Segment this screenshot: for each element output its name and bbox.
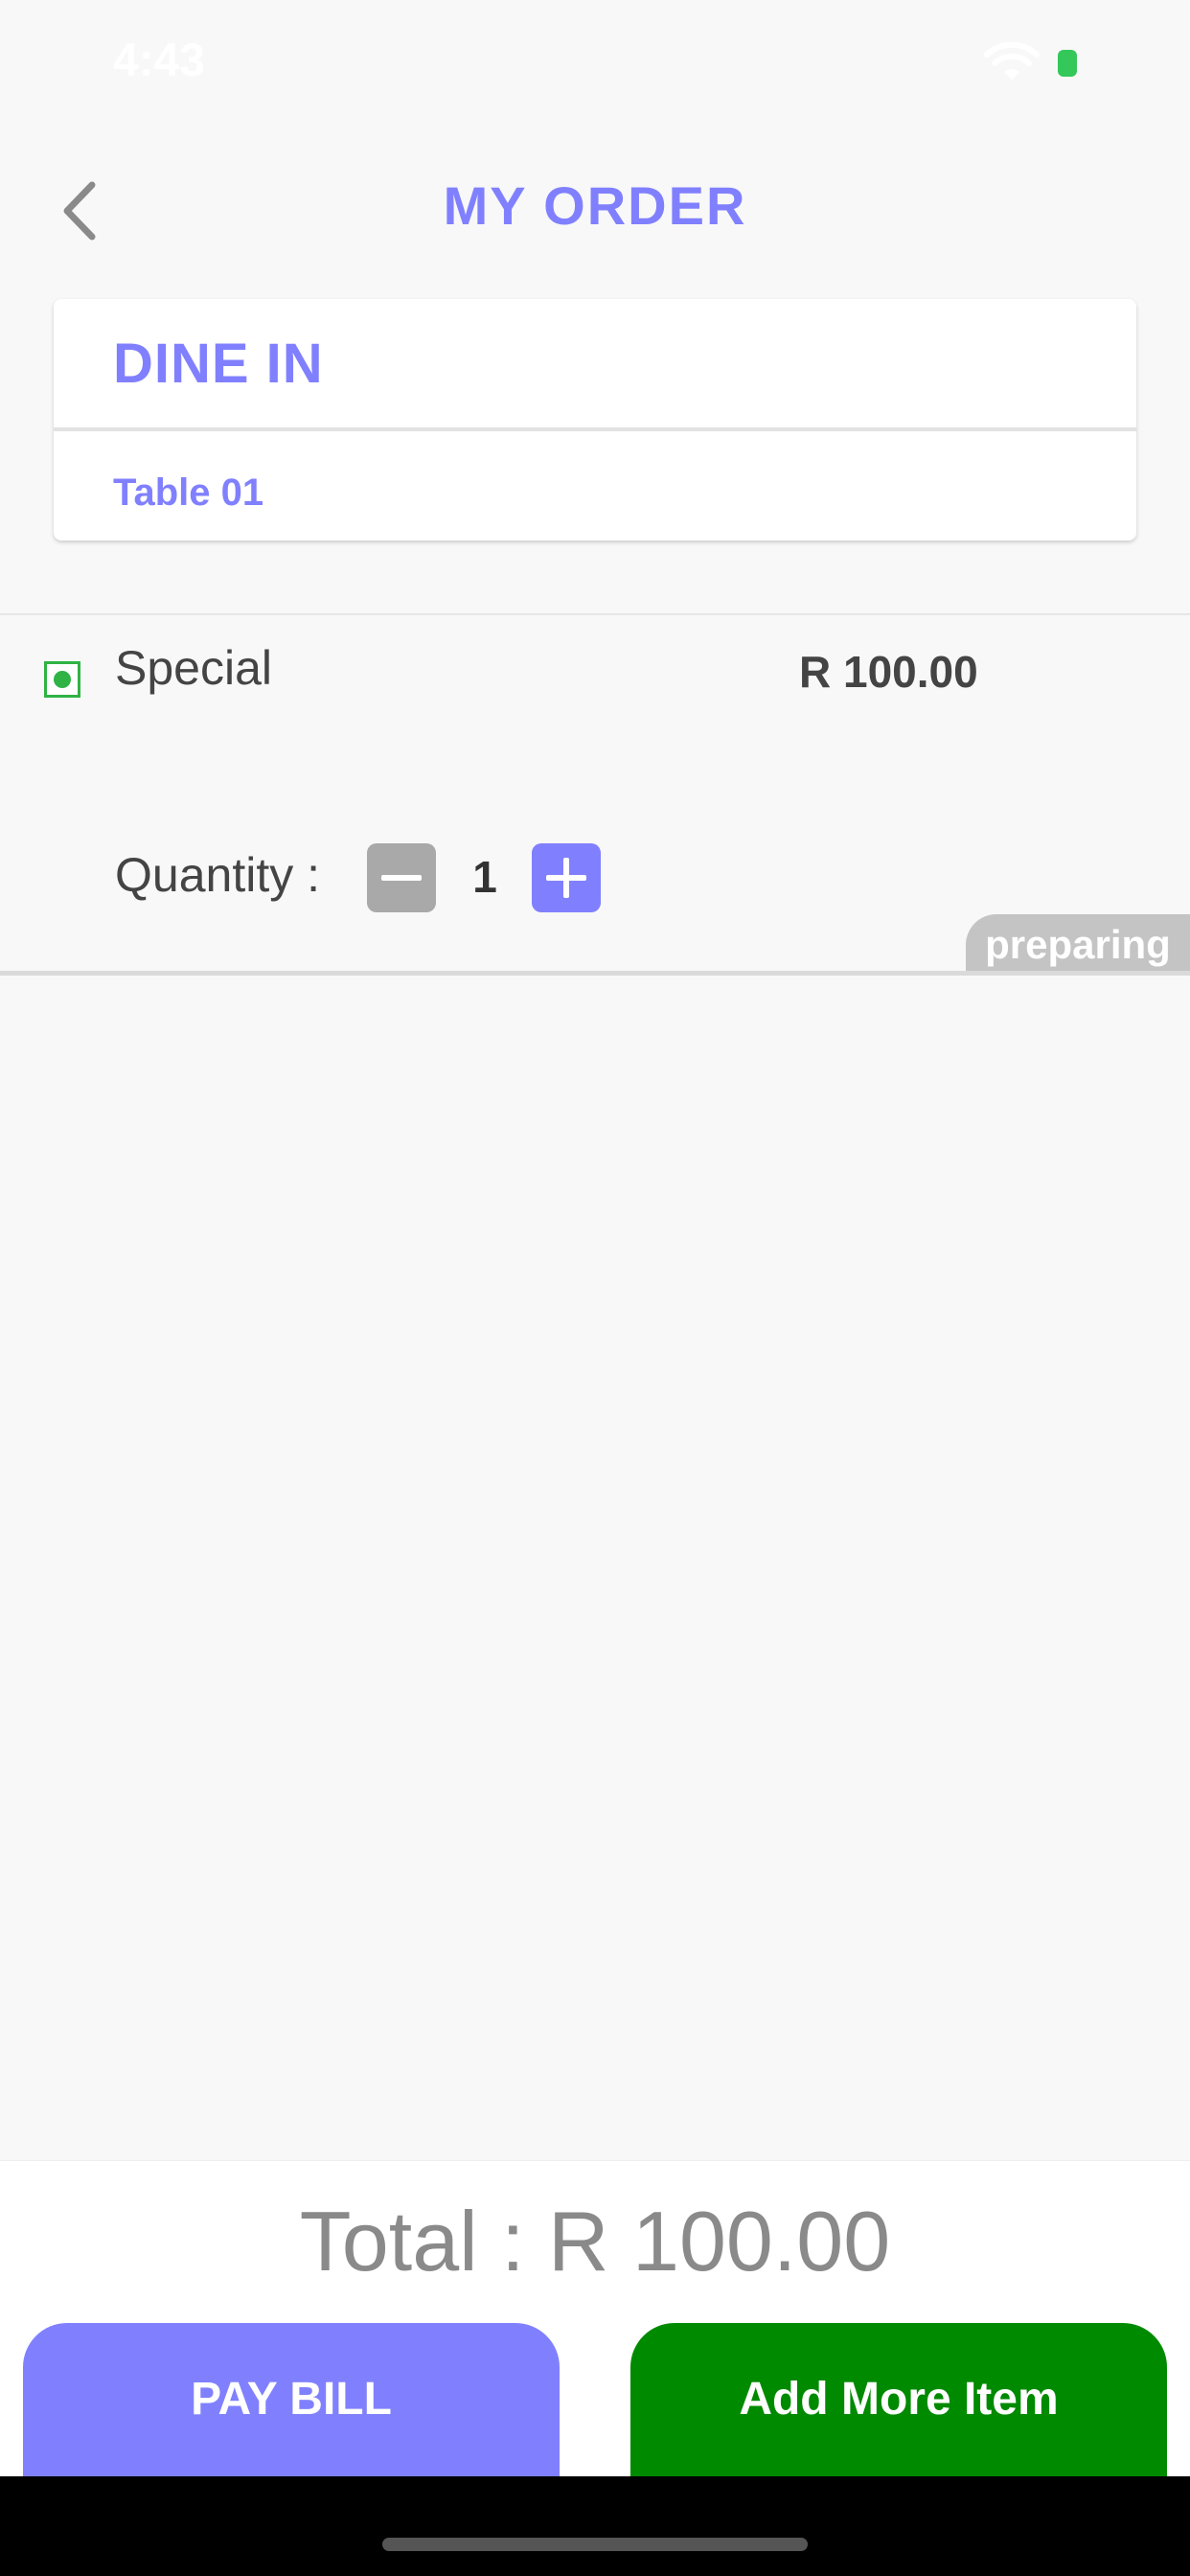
item-price: R 100.00 — [799, 647, 978, 697]
item-name: Special — [115, 641, 272, 695]
decrease-quantity-button[interactable] — [367, 843, 436, 912]
status-bar: 4:43 — [0, 0, 1190, 126]
home-indicator[interactable] — [382, 2538, 808, 2551]
order-total: Total : R 100.00 — [299, 2194, 891, 2288]
quantity-value: 1 — [472, 852, 497, 902]
card-divider — [54, 427, 1136, 431]
battery-icon — [1054, 46, 1129, 80]
veg-indicator-icon — [44, 661, 80, 698]
veg-dot — [54, 671, 71, 688]
section-divider — [0, 613, 1190, 615]
table-label: Table 01 — [113, 472, 264, 514]
status-time: 4:43 — [113, 35, 206, 86]
pay-bill-button[interactable]: PAY BILL — [23, 2323, 560, 2486]
increase-quantity-button[interactable] — [532, 843, 601, 912]
wifi-icon — [984, 42, 1040, 80]
order-type-title: DINE IN — [113, 333, 324, 395]
page-title: MY ORDER — [443, 175, 747, 236]
minus-icon — [381, 875, 422, 881]
item-divider — [0, 971, 1190, 976]
quantity-label: Quantity : — [115, 848, 320, 902]
status-badge: preparing — [966, 914, 1190, 972]
add-more-item-button[interactable]: Add More Item — [630, 2323, 1167, 2486]
order-type-card: DINE IN Table 01 — [54, 299, 1136, 540]
home-area — [0, 2476, 1190, 2576]
battery-level — [1058, 50, 1077, 77]
